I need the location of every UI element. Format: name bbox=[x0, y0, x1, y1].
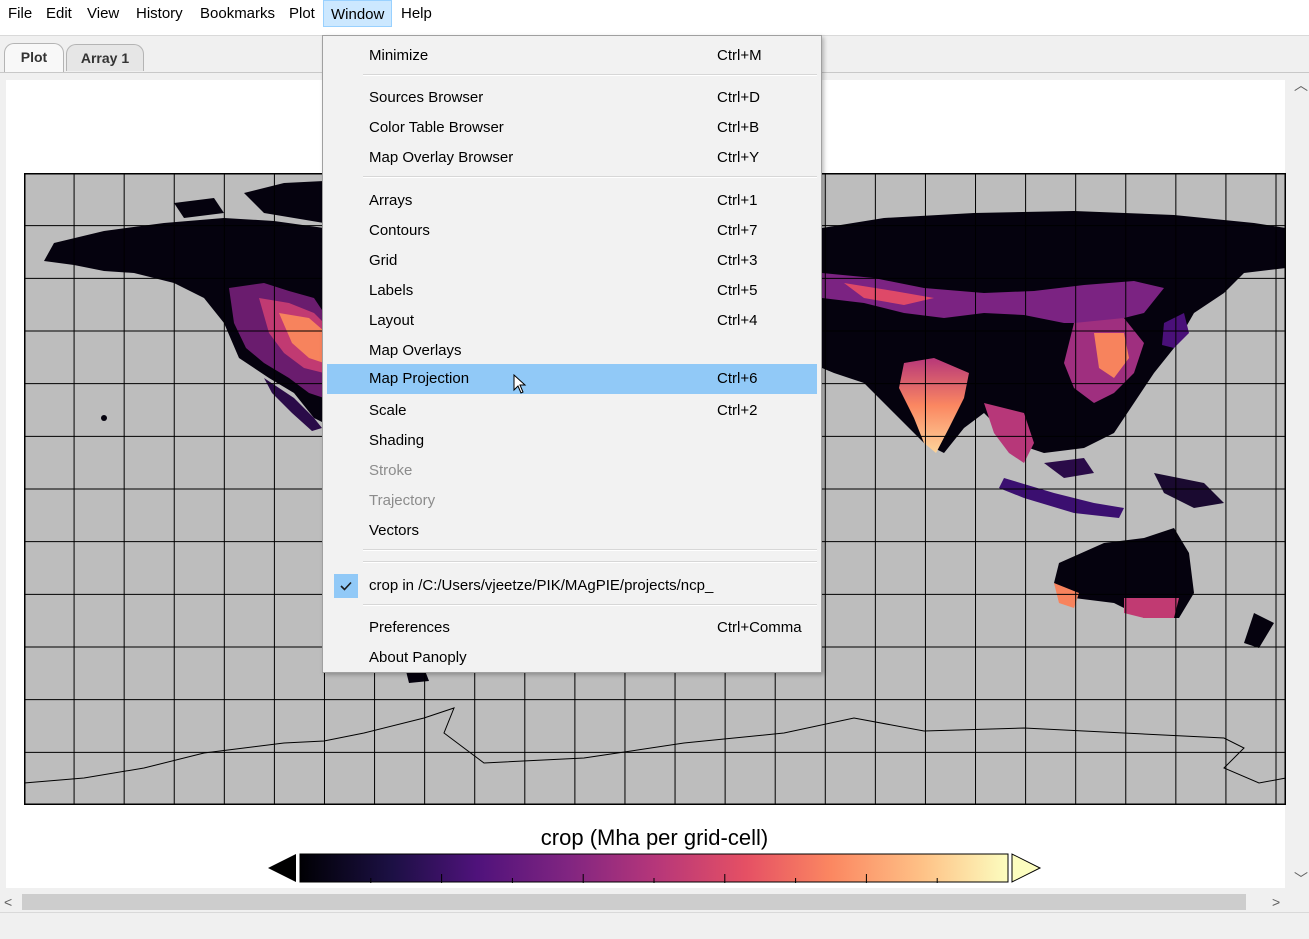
colorbar bbox=[268, 853, 1042, 883]
menu-separator bbox=[363, 549, 817, 551]
colorbar-title: crop (Mha per grid-cell) bbox=[540, 825, 769, 850]
menu-bar: File Edit View History Bookmarks Plot Wi… bbox=[0, 0, 1309, 36]
menu-item-contours[interactable]: Contours Ctrl+7 bbox=[327, 216, 817, 246]
colorbar-min-arrow bbox=[268, 854, 296, 882]
menu-item-stroke: Stroke bbox=[369, 462, 413, 479]
menu-item-preferences[interactable]: Preferences Ctrl+Comma bbox=[327, 613, 817, 643]
menu-item-scale[interactable]: Scale Ctrl+2 bbox=[327, 396, 817, 426]
scroll-left-icon[interactable]: < bbox=[4, 895, 12, 909]
menu-item-crop-window[interactable]: crop in /C:/Users/vjeetze/PIK/MAgPIE/pro… bbox=[327, 571, 817, 601]
menu-help[interactable]: Help bbox=[401, 0, 432, 27]
menu-item-shading[interactable]: Shading bbox=[327, 426, 817, 456]
menu-separator bbox=[363, 176, 817, 178]
menu-item-arrays[interactable]: Arrays Ctrl+1 bbox=[327, 186, 817, 216]
menu-item-vectors[interactable]: Vectors bbox=[327, 516, 817, 546]
scroll-down-icon[interactable]: ﹀ bbox=[1294, 872, 1308, 886]
vertical-scrollbar[interactable]: ︿ ﹀ bbox=[1290, 74, 1309, 890]
menu-item-labels[interactable]: Labels Ctrl+5 bbox=[327, 276, 817, 306]
scroll-right-icon[interactable]: > bbox=[1272, 895, 1280, 909]
horizontal-scroll-thumb[interactable] bbox=[22, 894, 1246, 910]
menu-separator bbox=[363, 74, 817, 76]
menu-edit[interactable]: Edit bbox=[46, 0, 72, 27]
menu-item-map-projection[interactable]: Map Projection Ctrl+6 bbox=[327, 364, 817, 394]
menu-separator bbox=[363, 561, 817, 563]
horizontal-scrollbar[interactable]: < > bbox=[0, 892, 1290, 912]
menu-item-trajectory: Trajectory bbox=[369, 492, 436, 509]
menu-separator bbox=[363, 604, 817, 606]
menu-item-layout[interactable]: Layout Ctrl+4 bbox=[327, 306, 817, 336]
menu-plot[interactable]: Plot bbox=[289, 0, 315, 27]
menu-file[interactable]: File bbox=[8, 0, 32, 27]
menu-item-map-overlay-browser[interactable]: Map Overlay Browser Ctrl+Y bbox=[327, 143, 817, 173]
menu-view[interactable]: View bbox=[87, 0, 119, 27]
status-bar bbox=[0, 912, 1309, 939]
scroll-up-icon[interactable]: ︿ bbox=[1294, 78, 1308, 92]
menu-window[interactable]: Window bbox=[323, 0, 392, 27]
menu-bookmarks[interactable]: Bookmarks bbox=[200, 0, 275, 27]
menu-item-about-panoply[interactable]: About Panoply bbox=[327, 643, 817, 673]
mouse-cursor-icon bbox=[513, 374, 527, 394]
colorbar-max-arrow bbox=[1011, 853, 1042, 883]
menu-item-map-overlays[interactable]: Map Overlays bbox=[327, 336, 817, 366]
menu-item-minimize[interactable]: Minimize Ctrl+M bbox=[327, 41, 817, 71]
tab-plot[interactable]: Plot bbox=[4, 43, 64, 72]
menu-history[interactable]: History bbox=[136, 0, 183, 27]
window-menu-dropdown: Minimize Ctrl+M Sources Browser Ctrl+D Col… bbox=[322, 35, 822, 673]
tab-array-1[interactable]: Array 1 bbox=[66, 44, 144, 71]
menu-item-sources-browser[interactable]: Sources Browser Ctrl+D bbox=[327, 83, 817, 113]
menu-item-color-table-browser[interactable]: Color Table Browser Ctrl+B bbox=[327, 113, 817, 143]
menu-item-grid[interactable]: Grid Ctrl+3 bbox=[327, 246, 817, 276]
check-icon bbox=[334, 574, 358, 598]
colorbar-gradient bbox=[299, 853, 1009, 883]
